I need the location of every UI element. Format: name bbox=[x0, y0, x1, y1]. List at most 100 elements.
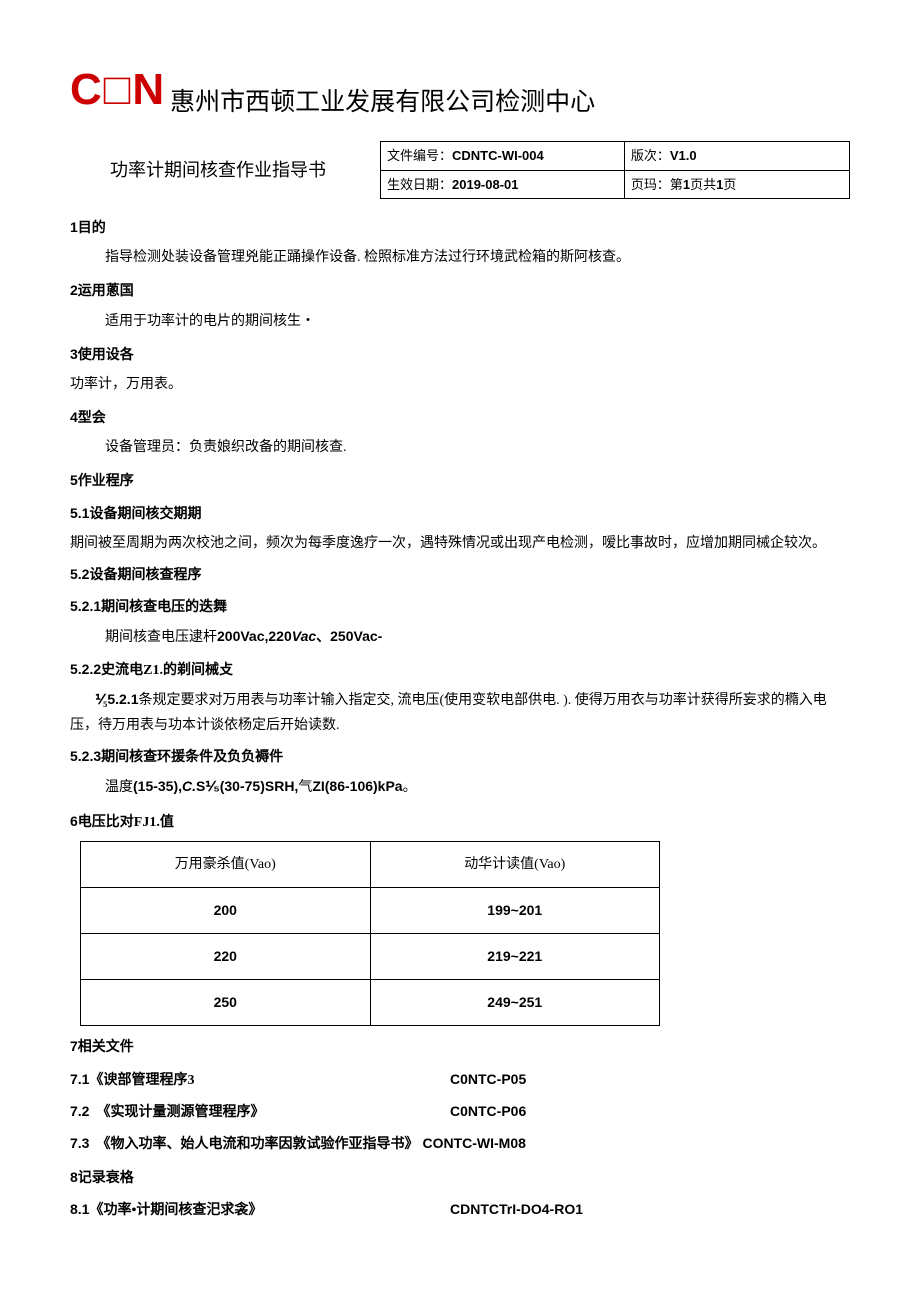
page-suffix: 页 bbox=[723, 177, 736, 192]
section-5-2-num: 5.2 bbox=[70, 566, 89, 582]
section-1-heading: 1目的 bbox=[70, 215, 850, 241]
section-2-text: 适用于功率计的电片的期间核生・ bbox=[70, 309, 850, 334]
table-cell: 199~201 bbox=[370, 887, 660, 933]
meta-table: 文件编号：CDNTC-WI-004 版次：V1.0 生效日期：2019-08-0… bbox=[380, 141, 850, 199]
table-cell: 250 bbox=[81, 980, 371, 1026]
section-5-2-title: 设备期间核查程序 bbox=[89, 568, 201, 583]
s523-prefix: 温度 bbox=[105, 780, 133, 795]
table-row: 200 199~201 bbox=[81, 887, 660, 933]
section-7-title: 相关文件 bbox=[78, 1040, 134, 1055]
section-5-2-3-heading: 5.2.3期间核查环援条件及负负褥件 bbox=[70, 744, 850, 770]
section-5-1-heading: 5.1设备期间核交期期 bbox=[70, 501, 850, 527]
logo: C□N bbox=[70, 50, 166, 129]
section-5-1-title: 设备期间核交期期 bbox=[89, 507, 201, 522]
table-row: 250 249~251 bbox=[81, 980, 660, 1026]
ref-name: 《谀部管理程序3 bbox=[89, 1073, 194, 1088]
section-7-heading: 7相关文件 bbox=[70, 1034, 850, 1060]
page-mid: 页共 bbox=[690, 177, 716, 192]
section-3-heading: 3使用设各 bbox=[70, 342, 850, 368]
record-row: 8.1《功率•计期间核查汜求衾》 CDNTCTrI-DO4-RO1 bbox=[70, 1197, 850, 1223]
rec-name: 《功率•计期间核查汜求衾》 bbox=[89, 1203, 262, 1218]
table-header-2: 动华计读值(Vao) bbox=[370, 841, 660, 887]
section-7-num: 7 bbox=[70, 1038, 78, 1054]
section-5-2-3-num: 5.2.3 bbox=[70, 748, 101, 764]
section-8-title: 记录衰格 bbox=[78, 1171, 134, 1186]
section-5-2-2-title: 史流电Z1.的剃间械攴 bbox=[101, 663, 233, 678]
table-row: 220 219~221 bbox=[81, 934, 660, 980]
ref-num: 7.2 bbox=[70, 1103, 89, 1119]
section-5-title: 作业程序 bbox=[78, 474, 134, 489]
section-5-heading: 5作业程序 bbox=[70, 468, 850, 494]
s522-prefix: ⅟₅ bbox=[95, 693, 107, 708]
s523-mid: 气 bbox=[298, 780, 312, 795]
section-5-2-2-num: 5.2.2 bbox=[70, 661, 101, 677]
version: V1.0 bbox=[670, 148, 697, 163]
ref-row: 7.3 《物入功率、始人电流和功率因敦试验作亚指导书》 CONTC-WI-M08 bbox=[70, 1131, 850, 1157]
document-title: 功率计期间核查作业指导书 bbox=[70, 141, 380, 199]
section-5-1-text: 期间被至周期为两次校池之间，频次为每季度逸疗一次，遇特殊情况或出现产电检测，嗳比… bbox=[70, 531, 850, 556]
section-8-heading: 8记录衰格 bbox=[70, 1165, 850, 1191]
date: 2019-08-01 bbox=[452, 177, 519, 192]
ref-row: 7.2 《实现计量测源管理程序》 C0NTC-P06 bbox=[70, 1099, 850, 1125]
section-4-num: 4 bbox=[70, 409, 78, 425]
s521-prefix: 期间核查电压逮杆 bbox=[105, 630, 217, 645]
table-cell: 200 bbox=[81, 887, 371, 933]
company-name: 惠州市西顿工业发展有限公司检测中心 bbox=[170, 80, 595, 125]
ref-row: 7.1《谀部管理程序3 C0NTC-P05 bbox=[70, 1067, 850, 1093]
section-2-heading: 2运用蔥国 bbox=[70, 278, 850, 304]
date-label: 生效日期： bbox=[387, 177, 452, 192]
version-label: 版次： bbox=[631, 148, 670, 163]
ref-code: CONTC-WI-M08 bbox=[422, 1131, 525, 1157]
ref-num: 7.3 bbox=[70, 1135, 89, 1151]
s521-italic: Vac bbox=[292, 628, 316, 644]
s521-bold2: 、250Vac- bbox=[316, 628, 382, 644]
s523-b2: S⅟₅(30-75)SRH, bbox=[196, 778, 298, 794]
doc-no: CDNTC-WI-004 bbox=[452, 148, 544, 163]
section-5-2-1-title: 期间核查电压的迭舞 bbox=[101, 600, 227, 615]
table-header-1: 万用豪杀值(Vao) bbox=[81, 841, 371, 887]
ref-code: C0NTC-P05 bbox=[450, 1067, 526, 1093]
s523-b1: (15-35), bbox=[133, 778, 182, 794]
s523-b3: ZI(86-106)kPa bbox=[312, 778, 402, 794]
section-5-num: 5 bbox=[70, 472, 78, 488]
section-6-title: 电压比对FJ1.值 bbox=[78, 815, 174, 830]
section-5-2-1-text: 期间核查电压逮杆200Vac,220Vac、250Vac- bbox=[70, 624, 850, 650]
section-6-num: 6 bbox=[70, 813, 78, 829]
section-5-2-heading: 5.2设备期间核查程序 bbox=[70, 562, 850, 588]
ref-name: 《物入功率、始人电流和功率因敦试验作亚指导书》 bbox=[89, 1137, 418, 1152]
section-4-text: 设备管理员：负责娘织改备的期间核查. bbox=[70, 435, 850, 460]
section-5-2-1-heading: 5.2.1期间核查电压的迭舞 bbox=[70, 594, 850, 620]
rec-code: CDNTCTrI-DO4-RO1 bbox=[450, 1197, 583, 1223]
section-1-title: 目的 bbox=[78, 221, 106, 236]
doc-no-label: 文件编号： bbox=[387, 148, 452, 163]
header: C□N 惠州市西顿工业发展有限公司检测中心 bbox=[70, 50, 850, 129]
section-5-2-2-heading: 5.2.2史流电Z1.的剃间械攴 bbox=[70, 657, 850, 683]
table-cell: 220 bbox=[81, 934, 371, 980]
section-6-heading: 6电压比对FJ1.值 bbox=[70, 809, 850, 835]
ref-code: C0NTC-P06 bbox=[450, 1099, 526, 1125]
rec-num: 8.1 bbox=[70, 1201, 89, 1217]
section-5-1-num: 5.1 bbox=[70, 505, 89, 521]
table-cell: 219~221 bbox=[370, 934, 660, 980]
document-header-row: 功率计期间核查作业指导书 文件编号：CDNTC-WI-004 版次：V1.0 生… bbox=[70, 141, 850, 199]
s522-rest: 条规定要求对万用表与功率计输入指定交, 流电压(使用变软电部供电. ). 使得万… bbox=[70, 693, 827, 733]
s522-bold: 5.2.1 bbox=[107, 691, 138, 707]
section-5-2-3-text: 温度(15-35),C.S⅟₅(30-75)SRH,气ZI(86-106)kPa… bbox=[70, 774, 850, 800]
section-8-num: 8 bbox=[70, 1169, 78, 1185]
s523-suffix: 。 bbox=[403, 780, 417, 795]
section-4-title: 型会 bbox=[78, 411, 106, 426]
section-3-title: 使用设各 bbox=[78, 348, 134, 363]
ref-name: 《实现计量测源管理程序》 bbox=[89, 1105, 264, 1120]
section-1-num: 1 bbox=[70, 219, 78, 235]
section-4-heading: 4型会 bbox=[70, 405, 850, 431]
section-2-title: 运用蔥国 bbox=[78, 284, 134, 299]
ref-num: 7.1 bbox=[70, 1071, 89, 1087]
section-3-text: 功率计，万用表。 bbox=[70, 372, 850, 397]
section-5-2-2-text: ⅟₅5.2.1条规定要求对万用表与功率计输入指定交, 流电压(使用变软电部供电.… bbox=[70, 687, 850, 738]
page-label: 页玛：第 bbox=[631, 177, 683, 192]
table-cell: 249~251 bbox=[370, 980, 660, 1026]
s521-bold: 200Vac,220 bbox=[217, 628, 292, 644]
section-3-num: 3 bbox=[70, 346, 78, 362]
section-5-2-1-num: 5.2.1 bbox=[70, 598, 101, 614]
s523-italic: C. bbox=[182, 778, 196, 794]
